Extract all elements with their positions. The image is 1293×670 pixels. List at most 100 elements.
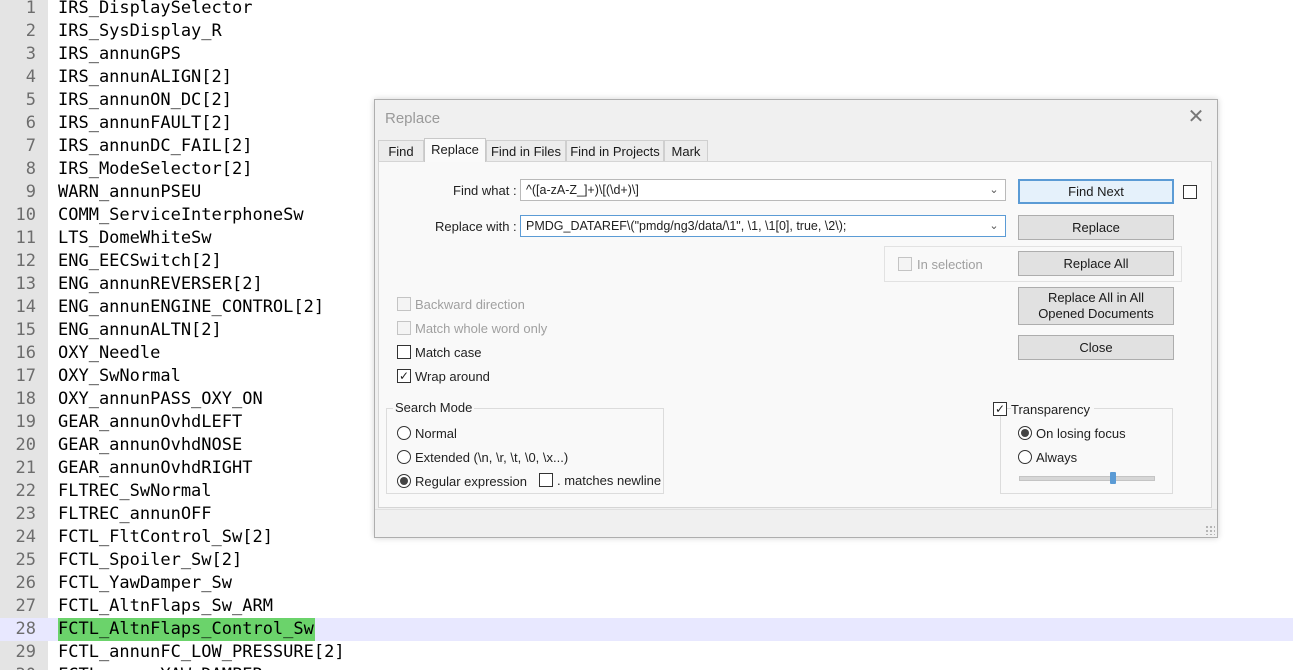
line-number: 3 (25, 44, 36, 64)
line-number: 20 (15, 435, 36, 455)
line-text[interactable]: FLTREC_SwNormal (58, 480, 212, 503)
line-text[interactable]: IRS_annunDC_FAIL[2] (58, 135, 252, 158)
line-text[interactable]: GEAR_annunOvhdRIGHT (58, 457, 252, 480)
editor-line[interactable]: 25 FCTL_Spoiler_Sw[2] (0, 549, 1293, 572)
line-number: 30 (0, 664, 36, 670)
line-text[interactable]: ENG_annunALTN[2] (58, 319, 222, 342)
line-number: 13 (15, 274, 36, 294)
replace-with-label: Replace with : (435, 219, 517, 234)
search-mode-normal-radio[interactable] (397, 426, 411, 440)
matches-newline-checkbox[interactable] (539, 473, 553, 487)
editor-line[interactable]: 30 FCTL_annunYAW_DAMPER (0, 664, 1293, 670)
chevron-down-icon[interactable]: ⌄ (987, 219, 1001, 233)
replace-all-button[interactable]: Replace All (1018, 251, 1174, 276)
line-text[interactable]: OXY_annunPASS_OXY_ON (58, 388, 263, 411)
search-mode-extended-label: Extended (\n, \r, \t, \0, \x...) (415, 450, 569, 465)
line-number: 9 (25, 182, 36, 202)
editor-line[interactable]: 27 FCTL_AltnFlaps_Sw_ARM (0, 595, 1293, 618)
line-number: 21 (15, 458, 36, 478)
resize-grip-icon[interactable] (1205, 525, 1215, 535)
close-button[interactable]: Close (1018, 335, 1174, 360)
editor-line[interactable]: 1 IRS_DisplaySelector (0, 0, 1293, 20)
transparency-always-radio[interactable] (1018, 450, 1032, 464)
wrap-around-checkbox[interactable]: ✓ (397, 369, 411, 383)
transparency-checkbox[interactable]: ✓ (993, 402, 1007, 416)
line-text[interactable]: ENG_annunENGINE_CONTROL[2] (58, 296, 324, 319)
line-number: 25 (15, 550, 36, 570)
editor-line[interactable]: 26 FCTL_YawDamper_Sw (0, 572, 1293, 595)
find-what-combo[interactable]: ^([a-zA-Z_]+)\[(\d+)\] ⌄ (520, 179, 1006, 201)
replace-all-opened-button[interactable]: Replace All in All Opened Documents (1018, 287, 1174, 325)
match-case-checkbox[interactable] (397, 345, 411, 359)
line-text[interactable]: ENG_annunREVERSER[2] (58, 273, 263, 296)
line-text[interactable]: FCTL_FltControl_Sw[2] (58, 526, 273, 549)
line-text[interactable]: FCTL_Spoiler_Sw[2] (58, 549, 242, 572)
transparency-on-losing-focus-radio[interactable] (1018, 426, 1032, 440)
backward-direction-label: Backward direction (415, 297, 525, 312)
search-mode-regex-radio[interactable] (397, 474, 411, 488)
line-number: 14 (15, 297, 36, 317)
line-text[interactable]: IRS_annunFAULT[2] (58, 112, 232, 135)
line-number: 4 (25, 67, 36, 87)
editor-line[interactable]: 3 IRS_annunGPS (0, 43, 1293, 66)
tab-find-in-projects[interactable]: Find in Projects (566, 140, 664, 161)
replace-with-combo[interactable]: PMDG_DATAREF\("pmdg/ng3/data/\1", \1, \1… (520, 215, 1006, 237)
find-what-value[interactable]: ^([a-zA-Z_]+)\[(\d+)\] (526, 183, 981, 197)
line-text[interactable]: FCTL_AltnFlaps_Control_Sw (58, 618, 315, 641)
backward-direction-checkbox[interactable] (397, 297, 411, 311)
editor-line[interactable]: 4 IRS_annunALIGN[2] (0, 66, 1293, 89)
line-text[interactable]: WARN_annunPSEU (58, 181, 201, 204)
line-text[interactable]: FLTREC_annunOFF (58, 503, 212, 526)
line-text[interactable]: IRS_DisplaySelector (58, 0, 252, 20)
tab-replace[interactable]: Replace (424, 138, 486, 162)
line-text[interactable]: IRS_annunON_DC[2] (58, 89, 232, 112)
search-mode-extended-radio[interactable] (397, 450, 411, 464)
editor-line[interactable]: 2 IRS_SysDisplay_R (0, 20, 1293, 43)
tab-find-in-files[interactable]: Find in Files (486, 140, 566, 161)
line-text[interactable]: IRS_annunALIGN[2] (58, 66, 232, 89)
line-number: 1 (25, 0, 36, 18)
line-text[interactable]: FCTL_annunFC_LOW_PRESSURE[2] (58, 641, 345, 664)
line-text[interactable]: ENG_EECSwitch[2] (58, 250, 222, 273)
line-number: 10 (15, 205, 36, 225)
line-text[interactable]: OXY_SwNormal (58, 365, 181, 388)
line-text[interactable]: OXY_Needle (58, 342, 160, 365)
line-text[interactable]: FCTL_annunYAW_DAMPER (58, 664, 263, 670)
line-number: 2 (25, 21, 36, 41)
replace-button[interactable]: Replace (1018, 215, 1174, 240)
line-text[interactable]: FCTL_YawDamper_Sw (58, 572, 232, 595)
line-number: 6 (25, 113, 36, 133)
search-mode-title: Search Mode (393, 400, 475, 415)
line-text[interactable]: IRS_SysDisplay_R (58, 20, 222, 43)
tab-find[interactable]: Find (378, 140, 424, 161)
line-number: 8 (25, 159, 36, 179)
line-text[interactable]: LTS_DomeWhiteSw (58, 227, 212, 250)
replace-with-value[interactable]: PMDG_DATAREF\("pmdg/ng3/data/\1", \1, \1… (526, 219, 981, 233)
line-number: 18 (15, 389, 36, 409)
match-case-label: Match case (415, 345, 482, 360)
wrap-around-label: Wrap around (415, 369, 490, 384)
line-number: 16 (15, 343, 36, 363)
tab-mark[interactable]: Mark (664, 140, 708, 161)
line-text[interactable]: COMM_ServiceInterphoneSw (58, 204, 304, 227)
chevron-down-icon[interactable]: ⌄ (987, 183, 1001, 197)
dialog-title: Replace (385, 110, 441, 127)
close-icon[interactable]: ✕ (1187, 107, 1205, 127)
line-number: 28 (15, 619, 36, 639)
line-text[interactable]: IRS_ModeSelector[2] (58, 158, 252, 181)
line-text[interactable]: IRS_annunGPS (58, 43, 181, 66)
in-selection-checkbox[interactable] (898, 257, 912, 271)
line-text[interactable]: FCTL_AltnFlaps_Sw_ARM (58, 595, 273, 618)
find-next-extra-checkbox[interactable] (1183, 185, 1197, 199)
line-text[interactable]: GEAR_annunOvhdNOSE (58, 434, 242, 457)
editor-line[interactable]: 29 FCTL_annunFC_LOW_PRESSURE[2] (0, 641, 1293, 664)
transparency-slider-track[interactable] (1019, 476, 1155, 481)
line-number: 12 (15, 251, 36, 271)
find-next-button[interactable]: Find Next (1018, 179, 1174, 204)
match-whole-word-checkbox[interactable] (397, 321, 411, 335)
transparency-slider-thumb[interactable] (1109, 472, 1116, 484)
replace-dialog: Replace ✕ Find Replace Find in Files Fin… (374, 99, 1218, 538)
match-whole-word-label: Match whole word only (415, 321, 548, 336)
line-text[interactable]: GEAR_annunOvhdLEFT (58, 411, 242, 434)
editor-line[interactable]: 28 FCTL_AltnFlaps_Control_Sw (0, 618, 1293, 641)
